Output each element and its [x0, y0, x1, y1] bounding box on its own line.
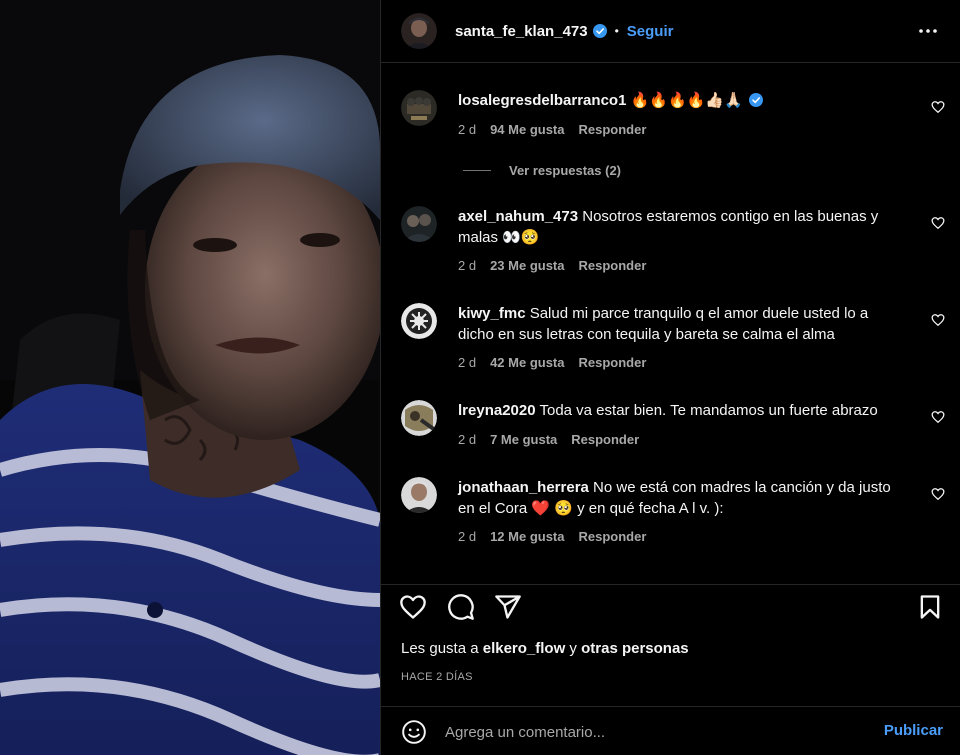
likes-others-link[interactable]: otras personas — [581, 640, 689, 657]
commenter-avatar[interactable] — [401, 90, 437, 126]
reply-button[interactable]: Responder — [579, 529, 647, 544]
commenter-avatar[interactable] — [401, 303, 437, 339]
comment-username[interactable]: axel_nahum_473 — [458, 208, 578, 225]
comment-age: 2 d — [458, 355, 477, 370]
replies-line — [463, 170, 491, 171]
video-frame-image — [0, 0, 380, 755]
more-options-icon[interactable] — [917, 20, 939, 42]
comment-likes[interactable]: 42 Me gusta — [490, 355, 564, 370]
commenter-avatar[interactable] — [401, 400, 437, 436]
comment-username[interactable]: jonathaan_herrera — [458, 479, 589, 496]
likes-mid: y — [565, 640, 582, 657]
heart-icon[interactable] — [931, 313, 945, 327]
comment-likes[interactable]: 12 Me gusta — [490, 529, 564, 544]
verified-icon — [592, 24, 607, 38]
comment-age: 2 d — [458, 432, 477, 447]
comment-username[interactable]: losalegresdelbarranco1 — [458, 92, 626, 109]
publish-button[interactable]: Publicar — [884, 722, 943, 739]
likes-user-link[interactable]: elkero_flow — [483, 640, 566, 657]
reply-button[interactable]: Responder — [571, 432, 639, 447]
follow-button[interactable]: Seguir — [627, 23, 674, 40]
like-heart-icon[interactable] — [399, 593, 427, 621]
reply-button[interactable]: Responder — [579, 355, 647, 370]
author-avatar[interactable] — [401, 13, 437, 49]
likes-prefix: Les gusta a — [401, 640, 483, 657]
comment-meta: 2 d 23 Me gusta Responder — [458, 258, 646, 273]
comment-age: 2 d — [458, 258, 477, 273]
comment-text: Toda va estar bien. Te mandamos un fuert… — [535, 402, 878, 419]
post-details-panel: santa_fe_klan_473 • Seguir losalegresdel… — [380, 0, 960, 755]
comment-username[interactable]: kiwy_fmc — [458, 305, 526, 322]
heart-icon[interactable] — [931, 216, 945, 230]
heart-icon[interactable] — [931, 100, 945, 114]
comment-likes[interactable]: 94 Me gusta — [490, 122, 564, 137]
post-timestamp[interactable]: HACE 2 DÍAS — [401, 671, 473, 683]
share-icon[interactable] — [494, 593, 522, 621]
verified-icon — [748, 93, 763, 107]
comment-meta: 2 d 7 Me gusta Responder — [458, 432, 639, 447]
author-username[interactable]: santa_fe_klan_473 — [455, 23, 588, 40]
commenter-avatar[interactable] — [401, 206, 437, 242]
comment-age: 2 d — [458, 529, 477, 544]
emoji-icon[interactable] — [401, 719, 427, 745]
comment-age: 2 d — [458, 122, 477, 137]
comment-meta: 2 d 12 Me gusta Responder — [458, 529, 646, 544]
bookmark-icon[interactable] — [916, 593, 944, 621]
view-replies-label: Ver respuestas (2) — [509, 163, 622, 178]
comment-likes[interactable]: 7 Me gusta — [490, 432, 557, 447]
comment-username[interactable]: lreyna2020 — [458, 402, 536, 419]
view-replies-button[interactable]: Ver respuestas (2) — [463, 163, 621, 178]
post-header: santa_fe_klan_473 • Seguir — [381, 0, 960, 63]
heart-icon[interactable] — [931, 410, 945, 424]
comment-meta: 2 d 42 Me gusta Responder — [458, 355, 646, 370]
reply-button[interactable]: Responder — [579, 258, 647, 273]
commenter-avatar[interactable] — [401, 477, 437, 513]
add-comment-bar: Publicar — [381, 706, 960, 755]
post-media[interactable] — [0, 0, 380, 755]
comment-icon[interactable] — [447, 593, 475, 621]
reply-button[interactable]: Responder — [579, 122, 647, 137]
heart-icon[interactable] — [931, 487, 945, 501]
comment-text: 🔥🔥🔥🔥👍🏻🙏🏻 — [626, 92, 743, 109]
separator-dot: • — [614, 24, 619, 38]
comments-list[interactable]: losalegresdelbarranco1 🔥🔥🔥🔥👍🏻🙏🏻 2 d 94 M… — [381, 64, 960, 584]
post-actions: Les gusta a elkero_flow y otras personas… — [381, 584, 960, 755]
comment-likes[interactable]: 23 Me gusta — [490, 258, 564, 273]
likes-summary: Les gusta a elkero_flow y otras personas — [401, 640, 689, 657]
comment-meta: 2 d 94 Me gusta Responder — [458, 122, 646, 137]
comment-input[interactable] — [445, 719, 865, 745]
